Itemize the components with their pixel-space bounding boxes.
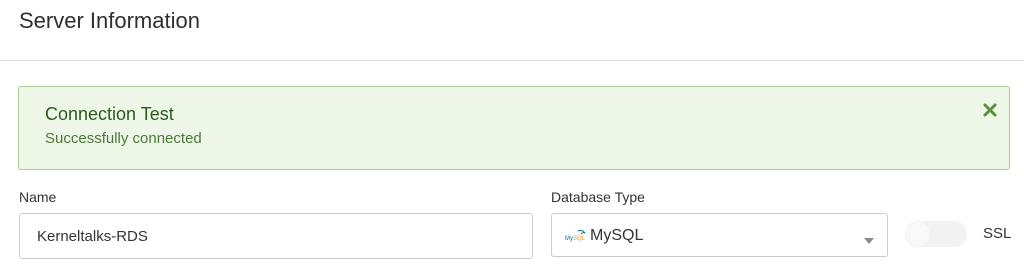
ssl-toggle[interactable] xyxy=(905,221,967,247)
name-input[interactable] xyxy=(19,213,533,259)
ssl-label: SSL xyxy=(983,225,1012,242)
database-type-label: Database Type xyxy=(551,189,645,205)
svg-text:SQL: SQL xyxy=(573,236,586,242)
name-label: Name xyxy=(19,189,57,205)
mysql-logo-icon: My SQL xyxy=(564,228,588,244)
server-information-page: Server Information Connection Test Succe… xyxy=(0,0,1024,271)
alert-message: Successfully connected xyxy=(45,130,202,147)
svg-text:My: My xyxy=(565,236,573,242)
page-header: Server Information xyxy=(0,0,1024,61)
database-type-value: MySQL xyxy=(590,227,644,244)
ssl-toggle-knob xyxy=(906,222,930,246)
close-icon[interactable] xyxy=(982,102,998,118)
chevron-down-icon xyxy=(863,232,875,244)
page-title: Server Information xyxy=(19,8,200,33)
alert-title: Connection Test xyxy=(45,104,174,124)
database-type-select[interactable]: My SQL MySQL xyxy=(551,213,888,257)
connection-test-alert: Connection Test Successfully connected xyxy=(18,86,1010,170)
